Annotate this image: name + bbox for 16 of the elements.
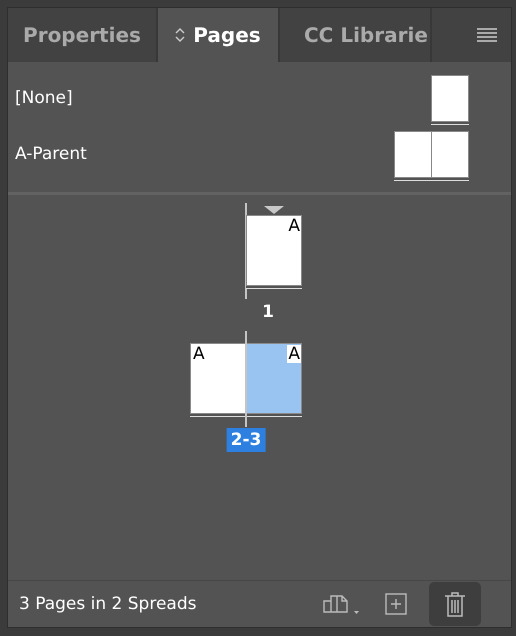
panel-tab[interactable]: Pages bbox=[158, 8, 280, 62]
parent-thumbnail[interactable] bbox=[431, 74, 469, 122]
delete-button[interactable] bbox=[429, 582, 481, 626]
spread-number[interactable]: 2-3 bbox=[226, 428, 266, 452]
parent-thumbnail[interactable] bbox=[394, 130, 469, 178]
sort-icon bbox=[175, 27, 186, 43]
parent-name[interactable]: [None] bbox=[15, 88, 73, 108]
parent-prefix: A bbox=[287, 345, 301, 363]
spread-number[interactable]: 1 bbox=[258, 300, 278, 324]
trash-icon bbox=[444, 591, 466, 617]
parent-name[interactable]: A-Parent bbox=[15, 144, 87, 164]
page-thumbnail[interactable]: A bbox=[190, 343, 245, 414]
status-text: 3 Pages in 2 Spreads bbox=[19, 594, 198, 614]
page-thumbnail[interactable]: A bbox=[247, 343, 302, 414]
menu-icon[interactable] bbox=[477, 28, 497, 42]
new-page-icon[interactable] bbox=[385, 593, 407, 615]
